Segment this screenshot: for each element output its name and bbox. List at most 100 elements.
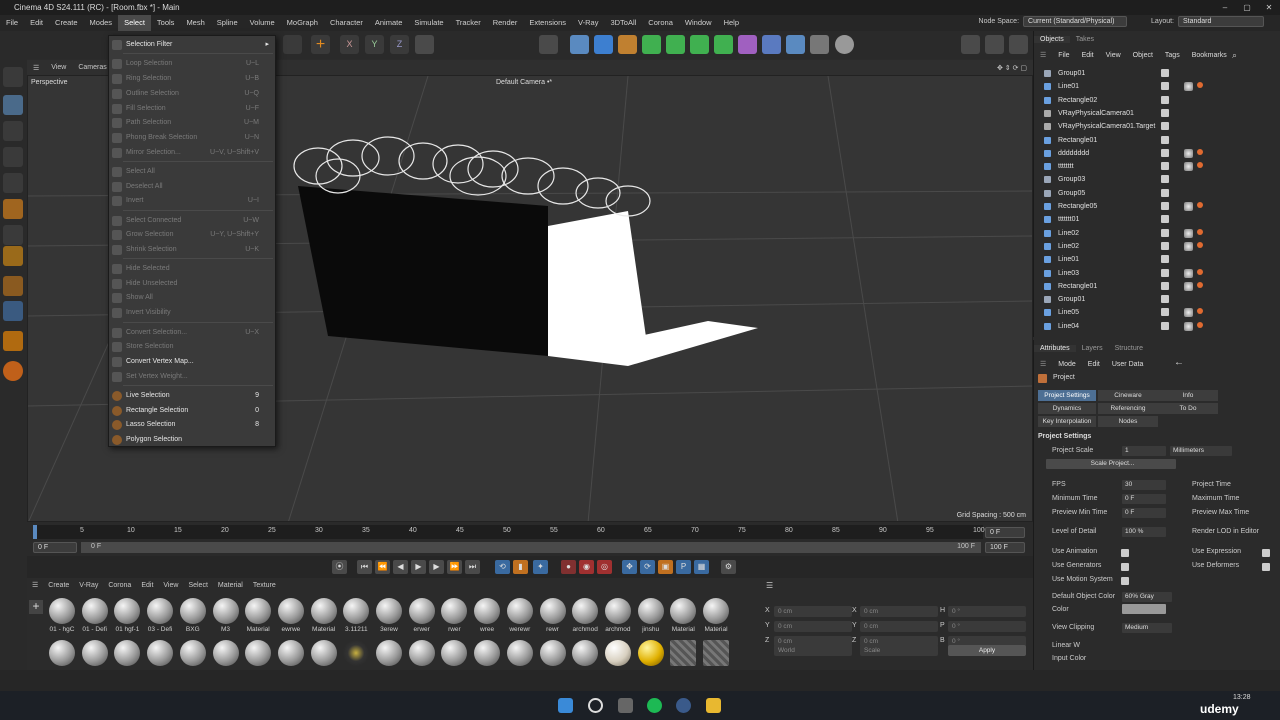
- menu-modes[interactable]: Modes: [84, 15, 119, 31]
- visibility-check[interactable]: [1161, 268, 1169, 277]
- material-swatch[interactable]: 03 - Defi: [145, 598, 175, 638]
- visibility-check[interactable]: [1161, 82, 1169, 91]
- material-swatch[interactable]: archmod: [603, 598, 633, 638]
- visibility-check[interactable]: [1161, 321, 1169, 330]
- maximize-button[interactable]: ▢: [1236, 0, 1258, 15]
- rotation-p-field[interactable]: 0 °: [948, 621, 1026, 632]
- material-swatch[interactable]: 3erew: [374, 598, 404, 638]
- apply-button[interactable]: Apply: [948, 645, 1026, 656]
- useexpr-checkbox[interactable]: [1262, 549, 1270, 557]
- menu-item-polygon-selection[interactable]: Polygon Selection: [109, 433, 275, 447]
- menu-item-store-selection[interactable]: Store Selection: [109, 340, 275, 354]
- y-axis-icon[interactable]: Y: [365, 35, 384, 54]
- color-swatch[interactable]: [1122, 604, 1166, 614]
- material-menu-material[interactable]: Material: [213, 582, 248, 589]
- menu-create[interactable]: Create: [49, 15, 84, 31]
- object-row[interactable]: Rectangle05: [1038, 200, 1273, 213]
- menu-item-show-all[interactable]: Show All: [109, 291, 275, 305]
- object-row[interactable]: Line04: [1038, 320, 1273, 333]
- next-key-icon[interactable]: ⏩: [447, 560, 462, 574]
- material-tag-icon[interactable]: [1184, 308, 1193, 318]
- edges-mode-icon[interactable]: [3, 173, 23, 193]
- tab-nodes[interactable]: Nodes: [1098, 416, 1158, 427]
- autokey-icon[interactable]: ●: [561, 560, 576, 574]
- cinema4d-icon[interactable]: [676, 698, 691, 713]
- task-view-icon[interactable]: [618, 698, 633, 713]
- material-swatch[interactable]: Material: [309, 598, 339, 638]
- lod-field[interactable]: 100 %: [1122, 527, 1166, 537]
- tag-icon[interactable]: [1197, 228, 1203, 235]
- object-row[interactable]: Line02: [1038, 240, 1273, 253]
- viewport-menu-cameras[interactable]: Cameras: [72, 64, 112, 71]
- objects-menu-edit[interactable]: Edit: [1076, 52, 1100, 59]
- minimize-button[interactable]: –: [1214, 0, 1236, 15]
- workplane-icon[interactable]: [3, 301, 23, 321]
- model-mode-icon[interactable]: [3, 95, 23, 115]
- loop-icon[interactable]: ⟲: [495, 560, 510, 574]
- timeline[interactable]: 0510152025303540455055606570758085909510…: [27, 522, 1033, 556]
- attribute-menu-mode[interactable]: Mode: [1052, 361, 1082, 368]
- viewport-nav-icons[interactable]: ✥ ⇕ ⟳ ▢: [991, 64, 1033, 72]
- visibility-check[interactable]: [1161, 295, 1169, 304]
- material-menu-create[interactable]: Create: [43, 582, 74, 589]
- scale-project-button[interactable]: Scale Project...: [1046, 459, 1176, 469]
- menu-mesh[interactable]: Mesh: [180, 15, 210, 31]
- tab-attributes[interactable]: Attributes: [1034, 344, 1076, 352]
- visibility-check[interactable]: [1161, 122, 1169, 131]
- material-swatch[interactable]: Material: [243, 598, 273, 638]
- menu-animate[interactable]: Animate: [369, 15, 409, 31]
- render-view-icon[interactable]: [961, 35, 980, 54]
- objects-menu-bookmarks[interactable]: Bookmarks: [1186, 52, 1233, 59]
- layout-dropdown[interactable]: Standard: [1178, 16, 1264, 27]
- menu-item-lasso-selection[interactable]: Lasso Selection 8: [109, 418, 275, 432]
- material-swatch[interactable]: ewrwe: [276, 598, 306, 638]
- last-frame-icon[interactable]: ⏭: [465, 560, 480, 574]
- project-scale-field[interactable]: 1: [1122, 446, 1166, 456]
- motion-icon[interactable]: ✦: [533, 560, 548, 574]
- material-swatch[interactable]: 01 - hgC: [47, 598, 77, 638]
- range-slider[interactable]: 0 F 100 F: [81, 542, 981, 553]
- tab-cineware[interactable]: Cineware: [1098, 390, 1158, 401]
- visibility-check[interactable]: [1161, 162, 1169, 171]
- menu-file[interactable]: File: [0, 15, 24, 31]
- menu-character[interactable]: Character: [324, 15, 369, 31]
- scale-y-field[interactable]: 0 cm: [860, 621, 938, 632]
- scale-x-field[interactable]: 0 cm: [860, 606, 938, 617]
- material-menu-v-ray[interactable]: V-Ray: [74, 582, 103, 589]
- material-tag-icon[interactable]: [1184, 321, 1193, 331]
- menu-select[interactable]: Select: [118, 15, 151, 31]
- tab-dynamics[interactable]: Dynamics: [1038, 403, 1096, 414]
- visibility-check[interactable]: [1161, 281, 1169, 290]
- material-tag-icon[interactable]: [1184, 281, 1193, 291]
- visibility-check[interactable]: [1161, 135, 1169, 144]
- object-row[interactable]: Line01: [1038, 253, 1273, 266]
- scale-unit-dropdown[interactable]: Millimeters: [1170, 446, 1232, 456]
- menu-render[interactable]: Render: [487, 15, 524, 31]
- move-icon[interactable]: +: [311, 35, 330, 54]
- solo-icon[interactable]: [3, 331, 23, 351]
- menu-tools[interactable]: Tools: [151, 15, 181, 31]
- visibility-check[interactable]: [1161, 241, 1169, 250]
- scheme-icon[interactable]: ⚙: [721, 560, 736, 574]
- visibility-check[interactable]: [1161, 148, 1169, 157]
- menu-item-hide-selected[interactable]: Hide Selected: [109, 262, 275, 276]
- coords-menu-icon[interactable]: ☰: [766, 581, 773, 590]
- menu-3dtoall[interactable]: 3DToAll: [604, 15, 642, 31]
- object-row[interactable]: Group01: [1038, 293, 1273, 306]
- tag-icon[interactable]: [1197, 268, 1203, 275]
- object-row[interactable]: VRayPhysicalCamera01.Target: [1038, 120, 1273, 133]
- tab-layers[interactable]: Layers: [1076, 345, 1109, 352]
- object-row[interactable]: tttttttt: [1038, 160, 1273, 173]
- scale-dropdown[interactable]: Scale: [860, 645, 938, 656]
- node-space-dropdown[interactable]: Current (Standard/Physical): [1023, 16, 1128, 27]
- attribute-menu-icon[interactable]: ☰: [1034, 360, 1052, 368]
- world-dropdown[interactable]: World: [774, 645, 852, 656]
- material-menu-texture[interactable]: Texture: [248, 582, 281, 589]
- menu-item-loop-selection[interactable]: Loop Selection U~L: [109, 57, 275, 71]
- menu-item-hide-unselected[interactable]: Hide Unselected: [109, 277, 275, 291]
- spotify-icon[interactable]: [647, 698, 662, 713]
- material-swatch[interactable]: M3: [211, 598, 241, 638]
- render-region-icon[interactable]: [539, 35, 558, 54]
- material-swatch[interactable]: jinshu: [636, 598, 666, 638]
- tab-takes[interactable]: Takes: [1070, 36, 1100, 43]
